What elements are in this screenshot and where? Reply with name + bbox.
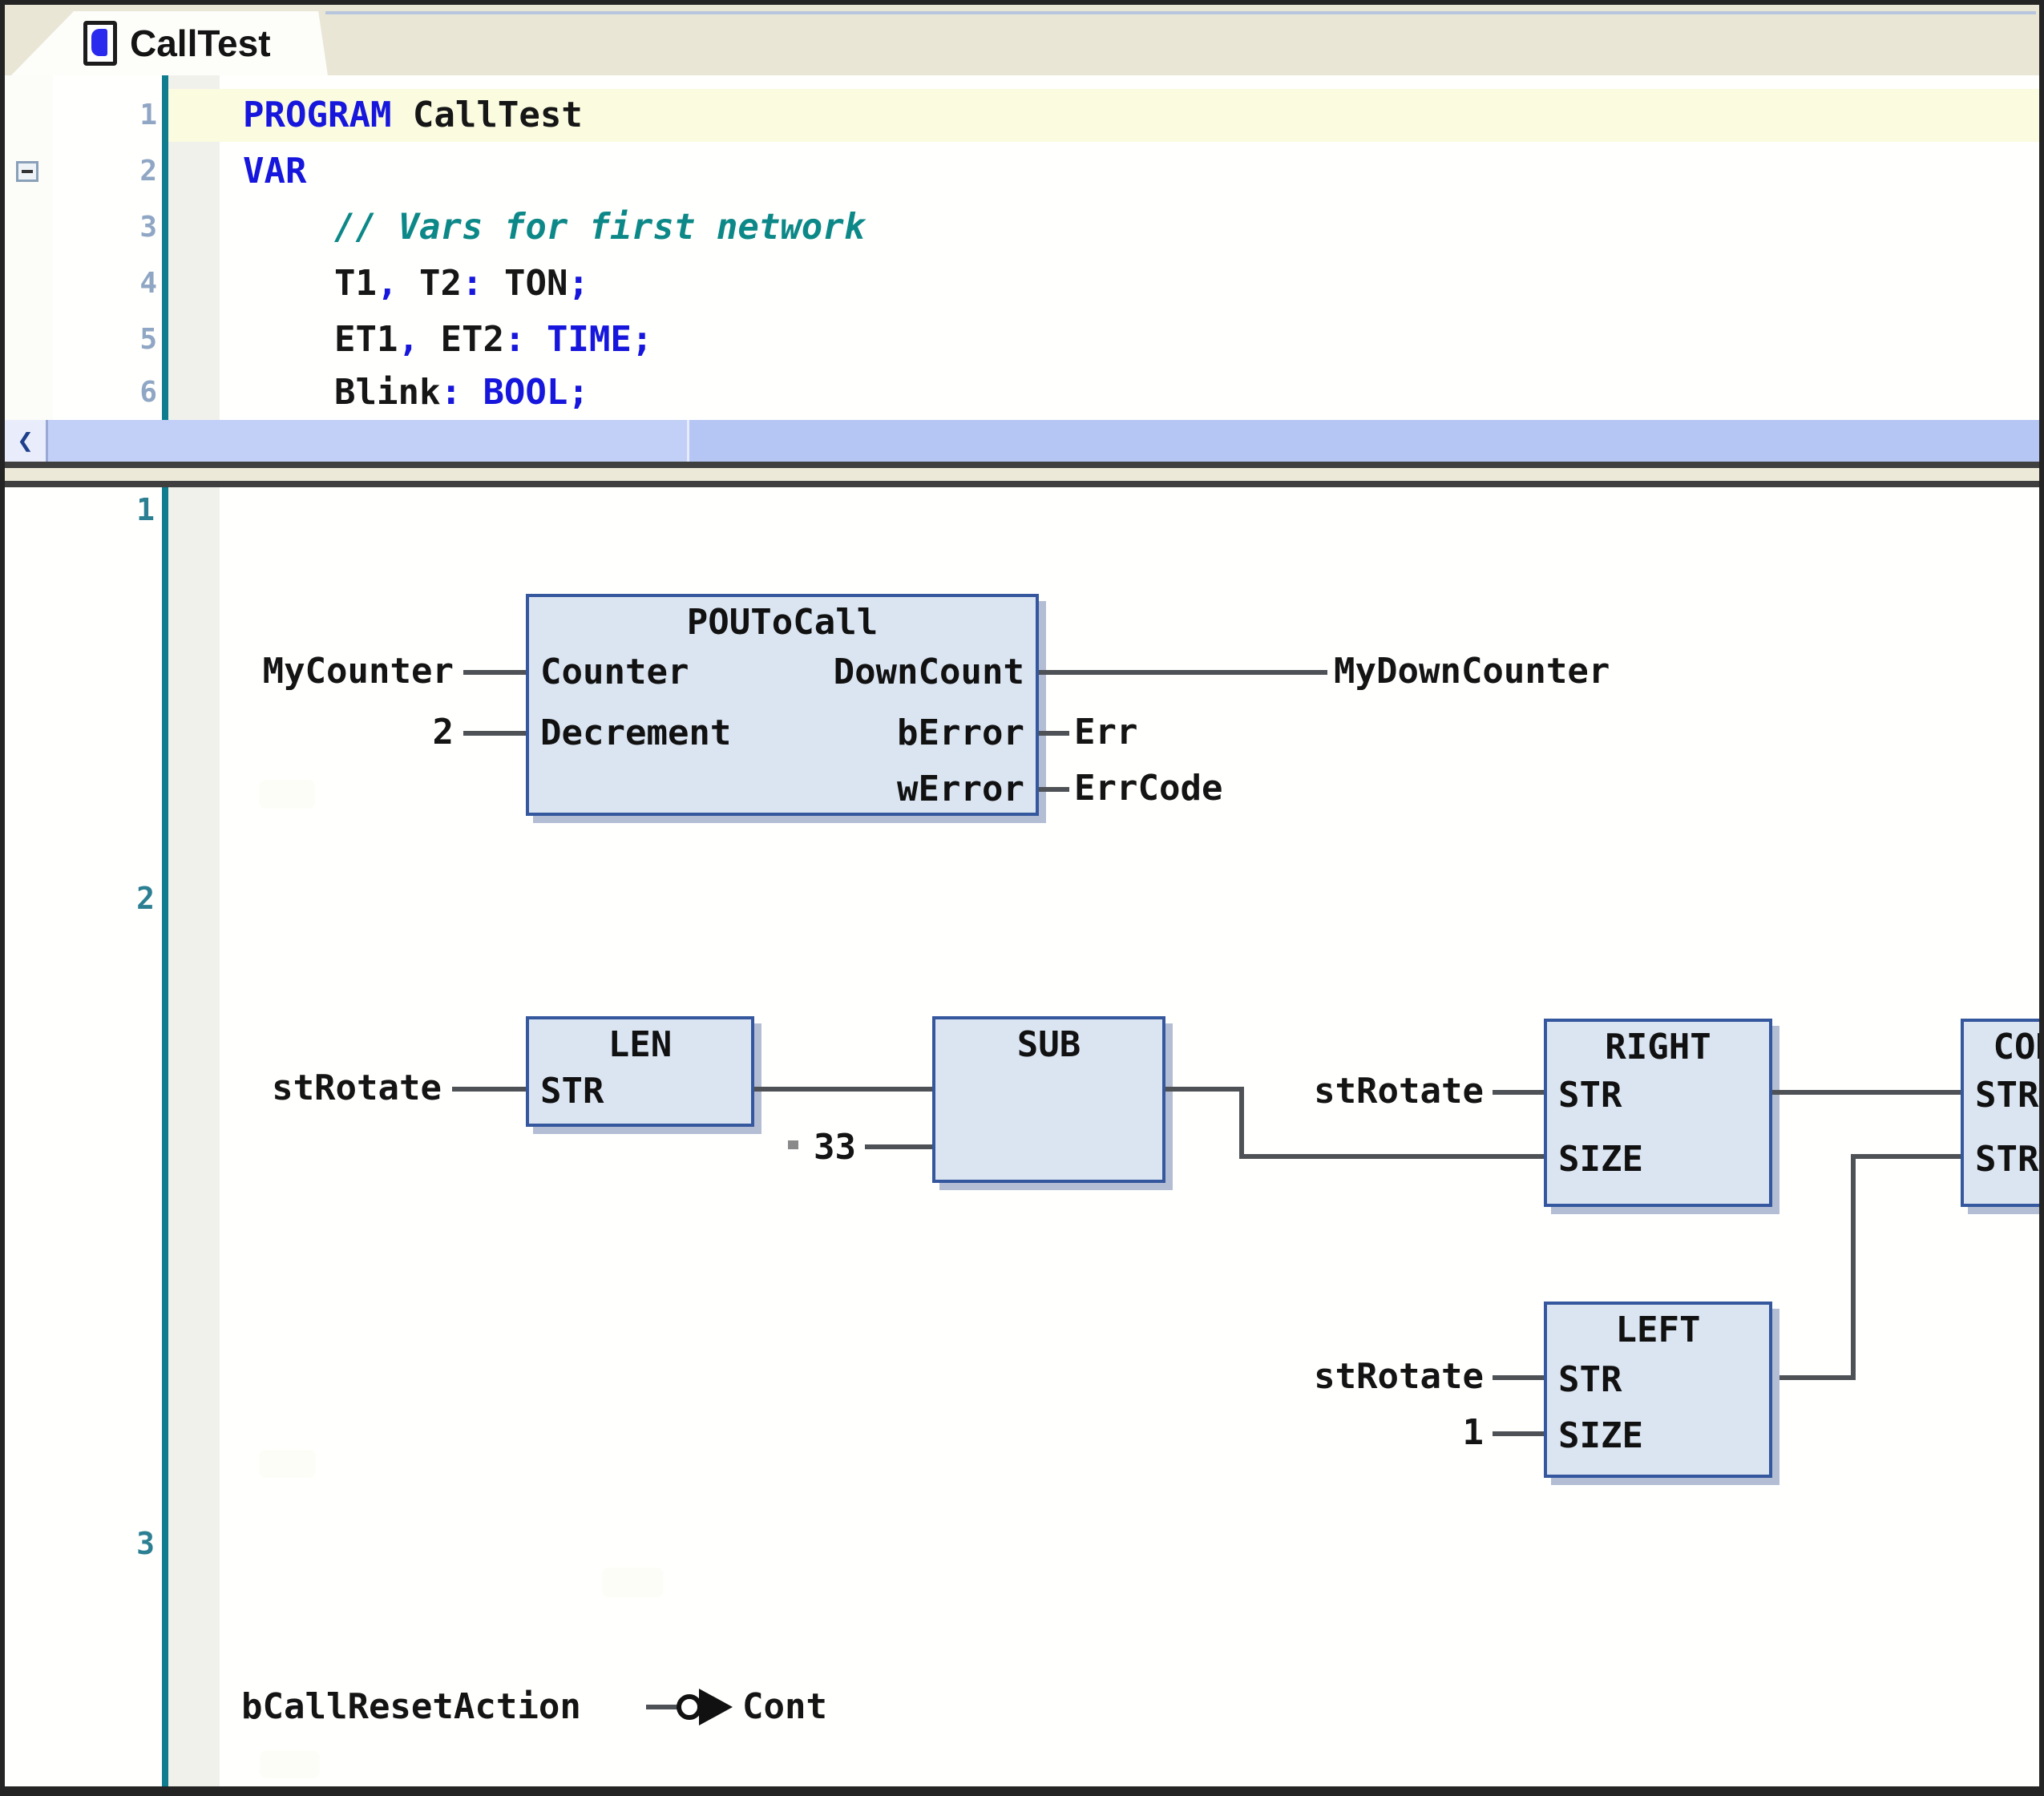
input-pin-decrement: Decrement — [540, 716, 731, 751]
operand-sub-constant[interactable]: 33 — [774, 1130, 856, 1165]
action-arrow-icon — [699, 1689, 733, 1725]
network-2-number: 2 — [37, 881, 155, 916]
block-title: LEN — [529, 1026, 751, 1064]
wire — [646, 1705, 678, 1709]
operand-strotate-len[interactable]: stRotate — [201, 1071, 442, 1106]
insertion-placeholder[interactable] — [259, 780, 315, 809]
output-pin-werror: wError — [897, 772, 1024, 807]
tabbar-top-line — [325, 11, 2036, 14]
operand-strotate-left[interactable]: stRotate — [1243, 1359, 1484, 1394]
fb-right[interactable]: RIGHT STR SIZE — [1544, 1019, 1772, 1207]
wire — [1493, 1090, 1544, 1095]
input-pin-str2: STR2 — [1975, 1142, 2039, 1177]
wire — [1493, 1431, 1544, 1436]
code-text: // Vars for first network — [334, 201, 865, 254]
insertion-placeholder[interactable] — [260, 1750, 320, 1778]
wire — [754, 1087, 932, 1092]
action-target-cont[interactable]: Cont — [742, 1689, 827, 1725]
wire — [1165, 1087, 1243, 1092]
code-line[interactable]: 2 VAR — [5, 145, 2039, 198]
block-title: POUToCall — [529, 603, 1036, 642]
result-err[interactable]: Err — [1074, 715, 1137, 750]
tab-bar: CallTest — [5, 5, 2039, 75]
code-line[interactable]: 4 T1, T2: TON; — [5, 257, 2039, 310]
declaration-editor[interactable]: 1 PROGRAM CallTest 2 VAR 3 // Vars for f… — [5, 75, 2039, 420]
wire — [1772, 1375, 1856, 1380]
network-1-number: 1 — [37, 492, 155, 527]
line-number: 1 — [21, 89, 157, 142]
input-pin-size: SIZE — [1558, 1142, 1643, 1177]
insertion-placeholder[interactable] — [259, 1450, 316, 1478]
input-pin-str: STR — [540, 1074, 604, 1109]
operand-left-size[interactable]: 1 — [1404, 1415, 1484, 1451]
operand-bcallresetaction[interactable]: bCallResetAction — [241, 1689, 581, 1725]
code-text: T1, T2: TON; — [334, 257, 589, 310]
input-pin-str: STR — [1558, 1362, 1622, 1398]
chevron-left-icon: ❮ — [17, 425, 33, 457]
line-number: 4 — [21, 257, 157, 310]
wire — [463, 670, 526, 675]
gutter-separator-line — [162, 487, 168, 1786]
code-text: VAR — [243, 145, 306, 198]
block-title: SUB — [935, 1026, 1162, 1064]
result-mydowncounter[interactable]: MyDownCounter — [1334, 654, 1610, 689]
input-pin-counter: Counter — [540, 655, 689, 690]
code-line[interactable]: 5 ET1, ET2: TIME; — [5, 313, 2039, 366]
wire — [865, 1144, 932, 1149]
fb-poutocall[interactable]: POUToCall Counter Decrement DownCount bE… — [526, 594, 1039, 816]
line-number: 3 — [21, 201, 157, 254]
code-line[interactable]: 1 PROGRAM CallTest — [5, 89, 2039, 142]
fb-len[interactable]: LEN STR — [526, 1016, 754, 1127]
block-title: RIGHT — [1547, 1028, 1769, 1067]
insertion-placeholder[interactable] — [602, 1568, 664, 1597]
fbd-editor[interactable]: 1 2 3 MyCounter 2 POUToCall Counter Decr… — [5, 487, 2039, 1786]
wire — [1239, 1154, 1548, 1159]
wire — [1039, 787, 1069, 792]
pou-document-icon — [83, 21, 117, 66]
operand-mycounter[interactable]: MyCounter — [201, 654, 454, 689]
code-text: PROGRAM CallTest — [243, 89, 583, 142]
tab-calltest[interactable]: CallTest — [11, 11, 328, 75]
tab-title: CallTest — [130, 22, 271, 65]
block-title: LEFT — [1547, 1311, 1769, 1350]
line-number: 5 — [21, 313, 157, 366]
input-pin-str: STR — [1558, 1078, 1622, 1113]
code-line[interactable]: 3 // Vars for first network — [5, 201, 2039, 254]
wire — [1039, 731, 1069, 736]
code-text: Blink: BOOL; — [334, 366, 589, 419]
code-text: ET1, ET2: TIME; — [334, 313, 652, 366]
block-title: CONCAT — [1964, 1028, 2039, 1067]
output-pin-downcount: DownCount — [834, 655, 1024, 690]
operand-decrement-value[interactable]: 2 — [374, 715, 454, 750]
output-pin-berror: bError — [897, 716, 1024, 751]
code-line[interactable]: 6 Blink: BOOL; — [5, 366, 2039, 419]
scroll-left-button[interactable]: ❮ — [5, 420, 48, 462]
input-pin-str1: STR1 — [1975, 1078, 2039, 1113]
fb-left[interactable]: LEFT STR SIZE — [1544, 1302, 1772, 1478]
input-pin-size: SIZE — [1558, 1419, 1643, 1454]
plc-editor-window: CallTest 1 PROGRAM CallTest 2 VAR 3 // V… — [0, 0, 2044, 1796]
line-number: 6 — [21, 366, 157, 419]
wire — [1772, 1090, 1961, 1095]
pou-glyph-icon — [91, 29, 107, 56]
line-number: 2 — [21, 145, 157, 198]
network-3-number: 3 — [37, 1526, 155, 1561]
pane-splitter[interactable] — [5, 462, 2039, 487]
wire — [1493, 1375, 1544, 1380]
wire — [1851, 1154, 1856, 1378]
fb-concat[interactable]: CONCAT STR1 STR2 — [1961, 1019, 2039, 1207]
wire — [1851, 1154, 1961, 1159]
scrollbar-thumb[interactable] — [48, 420, 689, 462]
wire — [463, 731, 526, 736]
wire — [1039, 670, 1327, 675]
result-errcode[interactable]: ErrCode — [1074, 771, 1222, 806]
horizontal-scrollbar[interactable]: ❮ — [5, 420, 2039, 462]
operand-strotate-right[interactable]: stRotate — [1243, 1074, 1484, 1109]
fb-sub[interactable]: SUB — [932, 1016, 1165, 1183]
wire — [452, 1087, 526, 1092]
